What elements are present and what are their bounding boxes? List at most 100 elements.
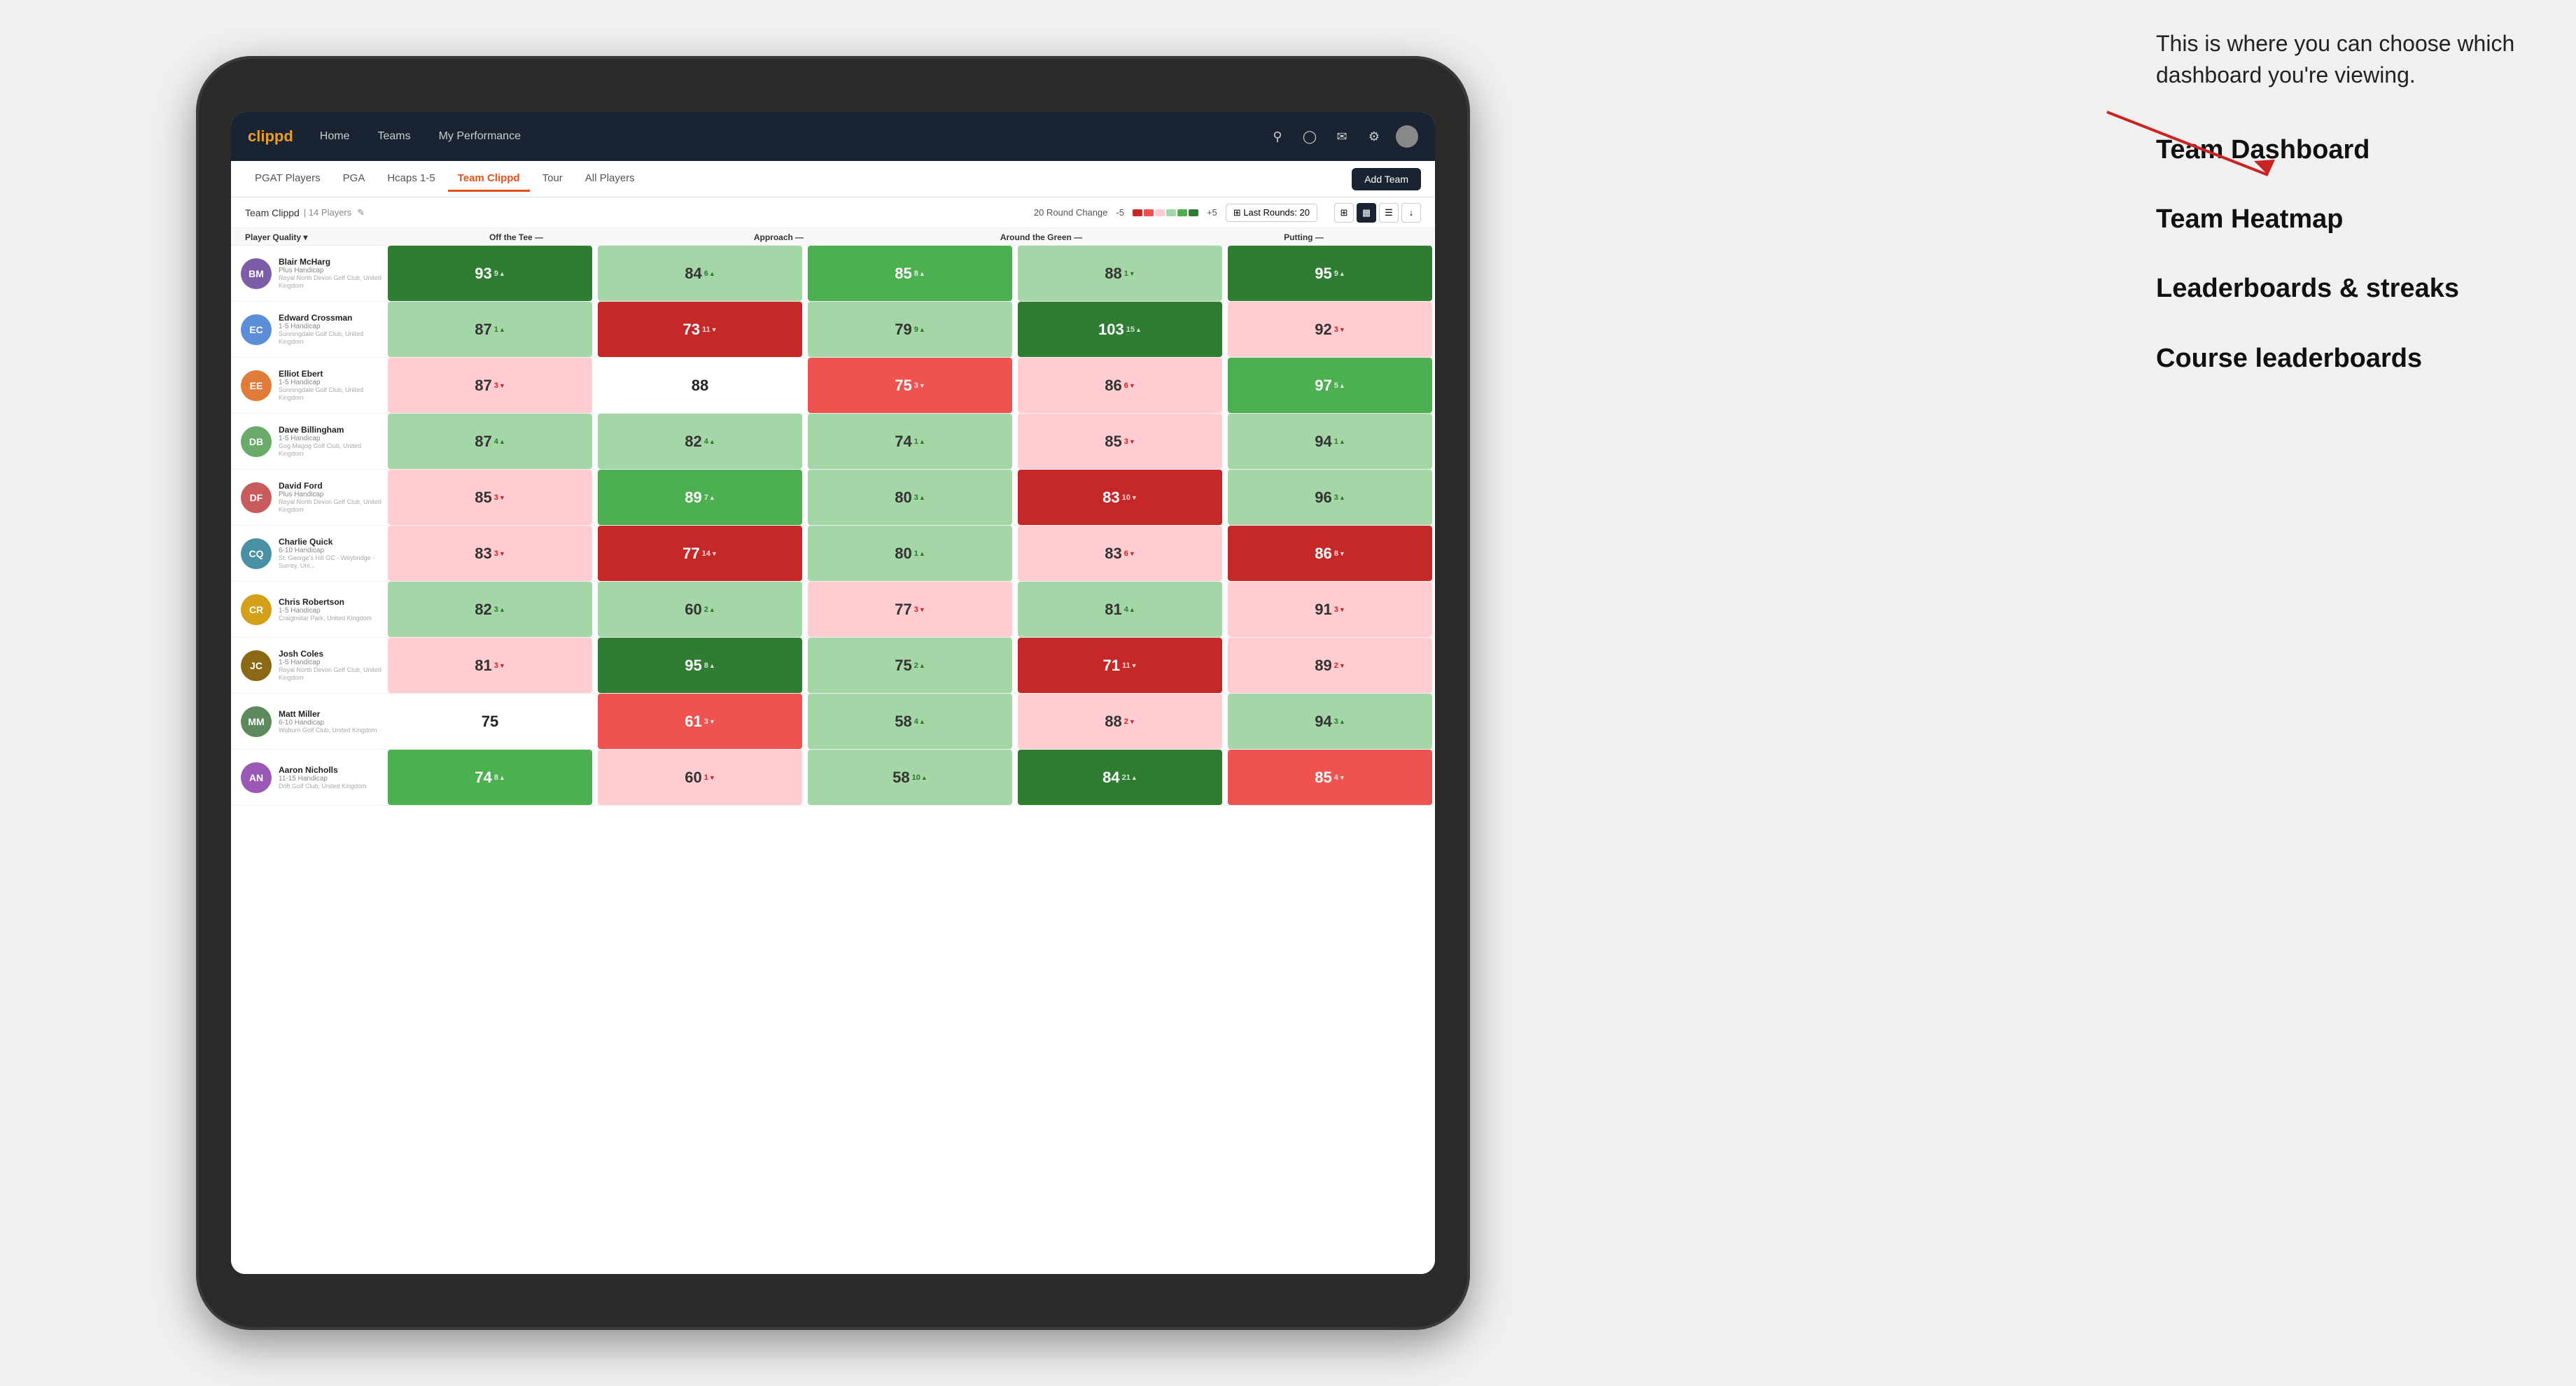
player-details: Aaron Nicholls 11-15 Handicap Drift Golf… — [279, 765, 367, 790]
view-list-button[interactable]: ☰ — [1379, 203, 1399, 223]
player-handicap: 1-5 Handicap — [279, 659, 385, 666]
table-row[interactable]: CR Chris Robertson 1-5 Handicap Craigmil… — [231, 582, 1435, 638]
player-handicap: 1-5 Handicap — [279, 379, 385, 386]
tab-team-clippd[interactable]: Team Clippd — [448, 167, 530, 192]
player-col-header[interactable]: Player Quality ▾ — [231, 232, 385, 242]
stat-cell: 88 — [598, 358, 802, 413]
score-value: 94 — [1315, 713, 1331, 731]
view-heatmap-button[interactable]: ▦ — [1357, 203, 1376, 223]
nav-my-performance[interactable]: My Performance — [433, 127, 526, 146]
table-row[interactable]: BM Blair McHarg Plus Handicap Royal Nort… — [231, 246, 1435, 302]
stat-cell: 601▼ — [598, 750, 802, 805]
table-row[interactable]: CQ Charlie Quick 6-10 Handicap St. Georg… — [231, 526, 1435, 582]
table-row[interactable]: MM Matt Miller 6-10 Handicap Woburn Golf… — [231, 694, 1435, 750]
score-value: 89 — [1315, 657, 1331, 675]
stat-cell: 803▲ — [808, 470, 1012, 525]
stat-cell: 5810▲ — [808, 750, 1012, 805]
table-row[interactable]: EE Elliot Ebert 1-5 Handicap Sunningdale… — [231, 358, 1435, 414]
table-row[interactable]: DB Dave Billingham 1-5 Handicap Gog Mago… — [231, 414, 1435, 470]
player-club: Woburn Golf Club, United Kingdom — [279, 727, 377, 734]
table-row[interactable]: JC Josh Coles 1-5 Handicap Royal North D… — [231, 638, 1435, 694]
stat-cell: 871▲ — [388, 302, 592, 357]
player-club: Sunningdale Golf Club, United Kingdom — [279, 330, 385, 346]
player-club: Drift Golf Club, United Kingdom — [279, 783, 367, 790]
user-icon[interactable]: ◯ — [1299, 126, 1320, 147]
team-name: Team Clippd — [245, 207, 300, 218]
stat-cell: 741▲ — [808, 414, 1012, 469]
option-course-leaderboards: Course leaderboards — [2156, 342, 2520, 376]
stat-cell: 868▼ — [1228, 526, 1432, 581]
settings-icon[interactable]: ⚙ — [1364, 126, 1385, 147]
tab-pgat-players[interactable]: PGAT Players — [245, 167, 330, 192]
table-row[interactable]: EC Edward Crossman 1-5 Handicap Sunningd… — [231, 302, 1435, 358]
stat-cell: 846▲ — [598, 246, 802, 301]
around-green-col-header[interactable]: Around the Green — — [910, 232, 1172, 242]
putting-col-header[interactable]: Putting — — [1172, 232, 1435, 242]
score-value: 84 — [1102, 769, 1119, 787]
player-handicap: 1-5 Handicap — [279, 607, 372, 615]
avatar: EE — [241, 370, 272, 401]
player-club: St. George's Hill GC - Weybridge - Surre… — [279, 554, 385, 570]
score-value: 86 — [1105, 377, 1121, 395]
avatar-icon[interactable] — [1396, 125, 1418, 148]
score-value: 77 — [682, 545, 699, 563]
tab-pga[interactable]: PGA — [333, 167, 375, 192]
tee-col-header[interactable]: Off the Tee — — [385, 232, 648, 242]
view-download-button[interactable]: ↓ — [1401, 203, 1421, 223]
bell-icon[interactable]: ✉ — [1331, 126, 1352, 147]
player-name: Dave Billingham — [279, 425, 385, 435]
add-team-button[interactable]: Add Team — [1352, 168, 1421, 190]
nav-teams[interactable]: Teams — [372, 127, 416, 146]
stat-cell: 814▲ — [1018, 582, 1222, 637]
avatar: EC — [241, 314, 272, 345]
tab-hcaps[interactable]: Hcaps 1-5 — [377, 167, 444, 192]
table-row[interactable]: AN Aaron Nicholls 11-15 Handicap Drift G… — [231, 750, 1435, 806]
edit-icon[interactable]: ✎ — [357, 207, 365, 218]
avatar: CQ — [241, 538, 272, 569]
stat-cell: 874▲ — [388, 414, 592, 469]
score-value: 85 — [1315, 769, 1331, 787]
score-value: 95 — [685, 657, 701, 675]
player-info: MM Matt Miller 6-10 Handicap Woburn Golf… — [231, 706, 385, 737]
stat-cell: 939▲ — [388, 246, 592, 301]
avatar: DB — [241, 426, 272, 457]
stat-cell: 7714▼ — [598, 526, 802, 581]
score-value: 77 — [895, 601, 911, 619]
top-nav: clippd Home Teams My Performance ⚲ ◯ ✉ ⚙ — [231, 112, 1435, 161]
player-club: Royal North Devon Golf Club, United King… — [279, 274, 385, 290]
stat-cell: 975▲ — [1228, 358, 1432, 413]
stat-cell: 7111▼ — [1018, 638, 1222, 693]
nav-links: Home Teams My Performance — [314, 127, 1267, 146]
stat-cell: 748▲ — [388, 750, 592, 805]
nav-home[interactable]: Home — [314, 127, 356, 146]
range-min: -5 — [1116, 207, 1124, 218]
approach-col-header[interactable]: Approach — — [648, 232, 910, 242]
option-team-heatmap: Team Heatmap — [2156, 202, 2520, 237]
score-value: 81 — [475, 657, 491, 675]
score-value: 75 — [895, 657, 911, 675]
score-value: 91 — [1315, 601, 1331, 619]
player-details: Chris Robertson 1-5 Handicap Craigmillar… — [279, 597, 372, 622]
tab-all-players[interactable]: All Players — [575, 167, 645, 192]
table-row[interactable]: DF David Ford Plus Handicap Royal North … — [231, 470, 1435, 526]
ipad-frame: clippd Home Teams My Performance ⚲ ◯ ✉ ⚙… — [196, 56, 1470, 1330]
score-value: 83 — [1102, 489, 1119, 507]
view-grid-button[interactable]: ⊞ — [1334, 203, 1354, 223]
tab-tour[interactable]: Tour — [533, 167, 573, 192]
player-name: Charlie Quick — [279, 537, 385, 547]
score-value: 61 — [685, 713, 701, 731]
view-controls: ⊞ ▦ ☰ ↓ — [1334, 203, 1421, 223]
player-name: Blair McHarg — [279, 257, 385, 267]
search-icon[interactable]: ⚲ — [1267, 126, 1288, 147]
stat-cell: 881▼ — [1018, 246, 1222, 301]
player-name: Matt Miller — [279, 709, 377, 719]
score-value: 58 — [895, 713, 911, 731]
col-headers: Player Quality ▾ Off the Tee — Approach … — [231, 228, 1435, 246]
score-value: 92 — [1315, 321, 1331, 339]
score-value: 60 — [685, 601, 701, 619]
stat-cell: 773▼ — [808, 582, 1012, 637]
team-header-row: Team Clippd | 14 Players ✎ 20 Round Chan… — [231, 197, 1435, 228]
player-details: Josh Coles 1-5 Handicap Royal North Devo… — [279, 649, 385, 682]
player-details: Charlie Quick 6-10 Handicap St. George's… — [279, 537, 385, 570]
last-rounds-button[interactable]: ⊞ Last Rounds: 20 — [1226, 204, 1317, 222]
